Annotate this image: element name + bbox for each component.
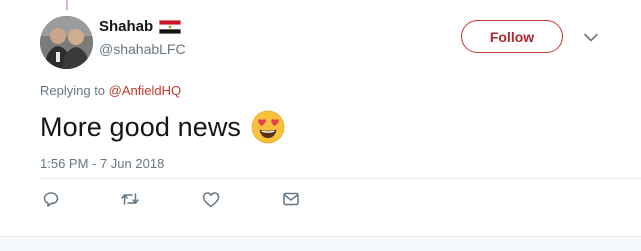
reply-mention-link[interactable]: @AnfieldHQ [109,83,181,98]
tweet-text: More good news [40,110,285,144]
author-display-name[interactable]: Shahab [99,18,153,35]
bottom-panel [0,236,641,251]
author-handle[interactable]: @shahabLFC [99,41,186,57]
heart-icon [202,191,220,208]
reply-button[interactable] [41,189,61,209]
author-name-row[interactable]: Shahab [99,18,182,35]
envelope-icon [282,191,300,207]
thread-connector-line [66,0,68,10]
tweet-timestamp[interactable]: 1:56 PM - 7 Jun 2018 [40,156,164,171]
like-button[interactable] [201,189,221,209]
follow-button[interactable]: Follow [461,20,563,53]
tweet-text-content: More good news [40,111,242,142]
divider [40,178,641,179]
egypt-flag-icon [159,19,182,34]
direct-message-button[interactable] [281,189,301,209]
retweet-icon [120,190,140,208]
tweet-card: Shahab @shahabLFC Follow Replying to @An… [0,0,641,251]
chevron-down-icon[interactable] [582,28,600,46]
avatar-photo [40,16,93,69]
retweet-button[interactable] [120,189,140,209]
reply-icon [42,190,60,208]
heart-eyes-emoji-icon [251,110,285,144]
avatar[interactable] [40,16,93,69]
reply-context: Replying to @AnfieldHQ [40,83,181,98]
reply-prefix: Replying to [40,83,106,98]
